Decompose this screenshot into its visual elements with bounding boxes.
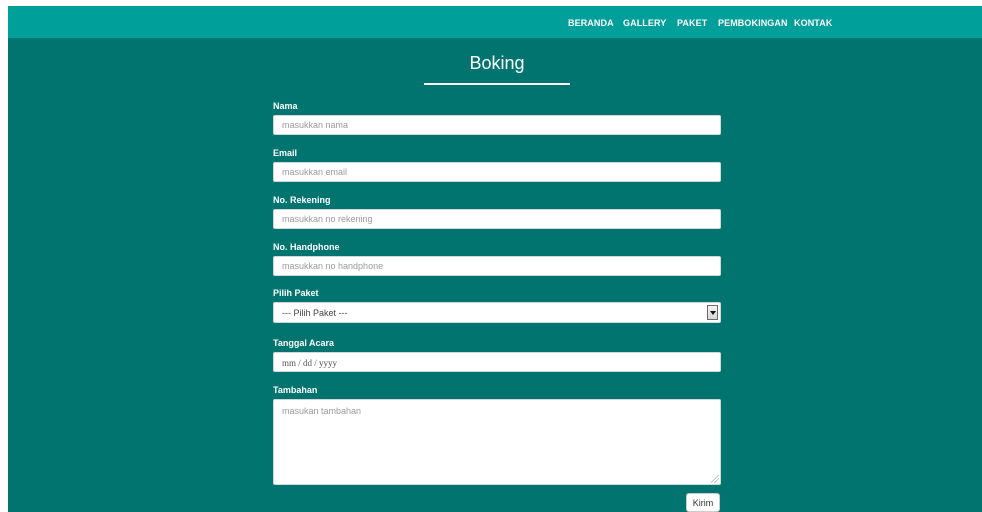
- nav-item-kontak[interactable]: KONTAK: [794, 18, 832, 28]
- tambahan-label: Tambahan: [273, 385, 318, 395]
- page-background: BERANDA GALLERY PAKET PEMBOKINGAN KONTAK…: [8, 6, 982, 512]
- handphone-input[interactable]: [273, 256, 721, 276]
- nav-item-pembokingan[interactable]: PEMBOKINGAN: [718, 18, 788, 28]
- nav-item-beranda[interactable]: BERANDA: [568, 18, 614, 28]
- tambahan-textarea[interactable]: [273, 399, 721, 485]
- paket-select-value: --- Pilih Paket ---: [282, 308, 348, 318]
- rekening-input[interactable]: [273, 209, 721, 229]
- email-label: Email: [273, 148, 298, 158]
- title-underline: [424, 83, 570, 85]
- submit-button[interactable]: Kirim: [686, 493, 720, 512]
- rekening-label: No. Rekening: [273, 195, 331, 205]
- chevron-down-icon[interactable]: [707, 305, 718, 320]
- tanggal-label: Tanggal Acara: [273, 338, 335, 348]
- handphone-label: No. Handphone: [273, 242, 340, 252]
- nav-item-paket[interactable]: PAKET: [677, 18, 707, 28]
- date-format-mask: mm / dd / yyyy: [282, 358, 338, 368]
- email-input[interactable]: [273, 162, 721, 182]
- nav-item-gallery[interactable]: GALLERY: [623, 18, 666, 28]
- page-title: Boking: [469, 53, 525, 73]
- tanggal-date-input[interactable]: mm / dd / yyyy: [273, 352, 721, 372]
- nama-label: Nama: [273, 101, 298, 111]
- top-navbar: BERANDA GALLERY PAKET PEMBOKINGAN KONTAK: [8, 6, 982, 38]
- paket-select[interactable]: --- Pilih Paket ---: [273, 302, 721, 323]
- nama-input[interactable]: [273, 115, 721, 135]
- paket-label: Pilih Paket: [273, 288, 319, 298]
- resize-grip-icon[interactable]: [711, 475, 719, 483]
